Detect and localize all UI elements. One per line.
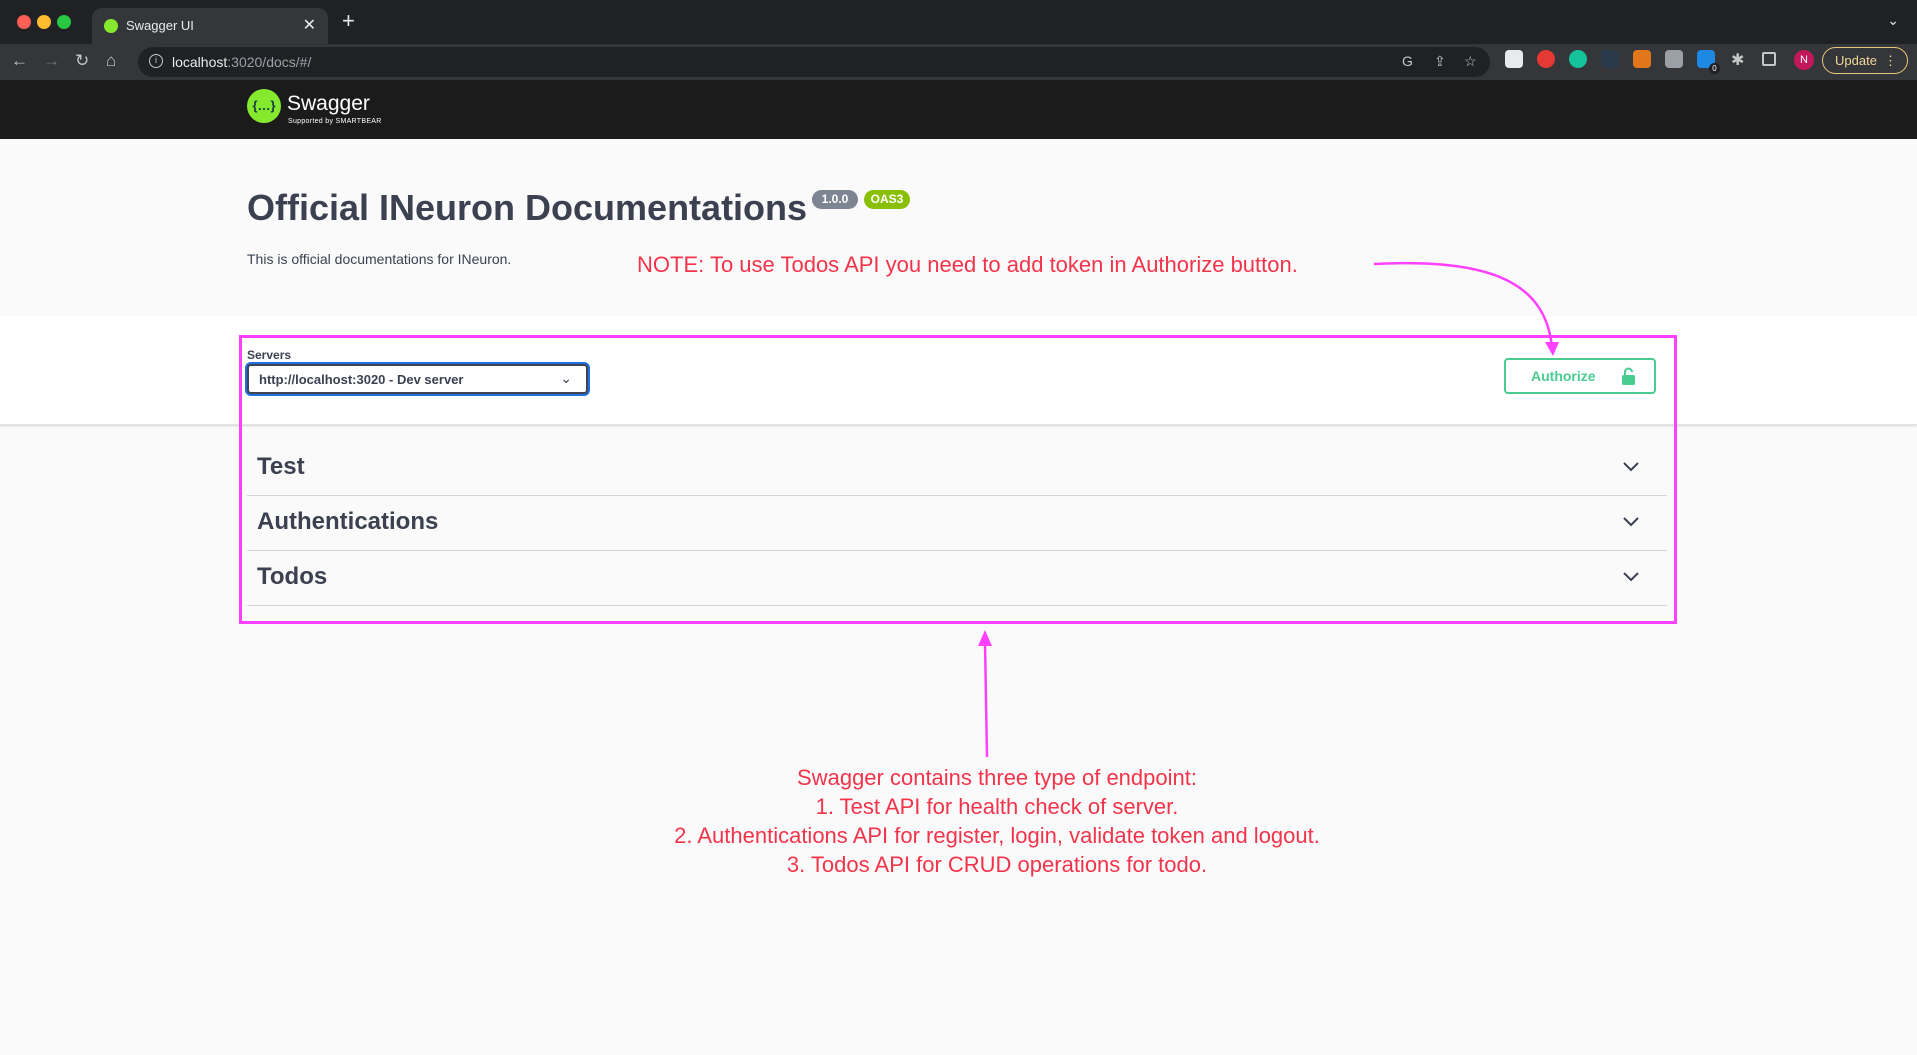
profile-avatar[interactable]: N (1794, 50, 1814, 70)
minimize-window-button[interactable] (37, 15, 51, 29)
browser-toolbar: ← → ↻ ⌂ i localhost:3020/docs/#/ G ⇪ ☆ (0, 44, 1917, 80)
arrow-to-box-head (978, 630, 992, 646)
maximize-window-button[interactable] (57, 15, 71, 29)
extension-badge: 0 (1709, 63, 1720, 74)
url-host: localhost (172, 54, 228, 70)
google-icon[interactable]: G (1402, 53, 1413, 69)
metamask-icon[interactable] (1633, 50, 1651, 68)
react-devtools-icon[interactable] (1601, 50, 1619, 68)
annotation-summary-line: 3. Todos API for CRUD operations for tod… (786, 852, 1208, 877)
extension-icon[interactable] (1505, 50, 1523, 68)
update-button[interactable]: Update ⋮ (1822, 47, 1908, 74)
close-tab-icon[interactable]: ✕ (303, 15, 316, 35)
annotation-note: NOTE: To use Todos API you need to add t… (637, 252, 1298, 277)
browser-tab-strip: Swagger UI ✕ + ⌄ (0, 0, 1917, 44)
side-panel-icon[interactable] (1762, 52, 1776, 66)
url-text[interactable]: localhost:3020/docs/#/ (172, 54, 311, 70)
swagger-logo-subtitle: Supported by SMARTBEAR (288, 118, 382, 125)
swagger-logo-text[interactable]: Swagger (287, 92, 370, 116)
annotation-summary-line: Swagger contains three type of endpoint: (797, 765, 1197, 790)
tab-search-chevron-icon[interactable]: ⌄ (1887, 12, 1899, 29)
more-menu-icon: ⋮ (1884, 53, 1897, 68)
api-description: This is official documentations for INeu… (247, 251, 512, 267)
version-badge: 1.0.0 (812, 190, 858, 209)
extension-icon[interactable] (1537, 50, 1555, 68)
grammarly-icon[interactable] (1569, 50, 1587, 68)
page-title: Official INeuron Documentations (247, 187, 808, 228)
extensions-puzzle-icon[interactable]: ✱ (1731, 50, 1744, 70)
extension-icon[interactable] (1665, 50, 1683, 68)
api-info: Official INeuron Documentations 1.0.0 OA… (0, 139, 1917, 316)
annotation-summary: Swagger contains three type of endpoint:… (597, 763, 1397, 879)
update-label: Update (1835, 53, 1877, 68)
browser-tab[interactable]: Swagger UI ✕ (92, 8, 328, 44)
home-icon[interactable]: ⌂ (106, 50, 116, 72)
share-icon[interactable]: ⇪ (1434, 53, 1446, 70)
new-tab-icon[interactable]: + (342, 10, 355, 32)
swagger-logo-icon[interactable]: {…} (247, 89, 281, 123)
back-icon[interactable]: ← (11, 50, 28, 72)
close-window-button[interactable] (17, 15, 31, 29)
swagger-topbar: {…} Swagger Supported by SMARTBEAR (0, 80, 1917, 139)
oas-badge: OAS3 (864, 190, 910, 209)
forward-icon[interactable]: → (43, 50, 60, 72)
arrow-to-box (983, 641, 989, 758)
tab-title: Swagger UI (126, 18, 194, 33)
bookmark-star-icon[interactable]: ☆ (1464, 53, 1477, 70)
swagger-favicon-icon (104, 19, 118, 33)
url-path: :3020/docs/#/ (227, 54, 312, 70)
annotation-summary-line: 1. Test API for health check of server. (815, 794, 1179, 819)
address-bar[interactable]: i localhost:3020/docs/#/ G ⇪ ☆ (138, 47, 1490, 77)
annotation-summary-line: 2. Authentications API for register, log… (674, 823, 1320, 848)
site-info-icon[interactable]: i (149, 54, 163, 68)
annotation-highlight-box (239, 335, 1677, 624)
reload-icon[interactable]: ↻ (75, 50, 89, 72)
